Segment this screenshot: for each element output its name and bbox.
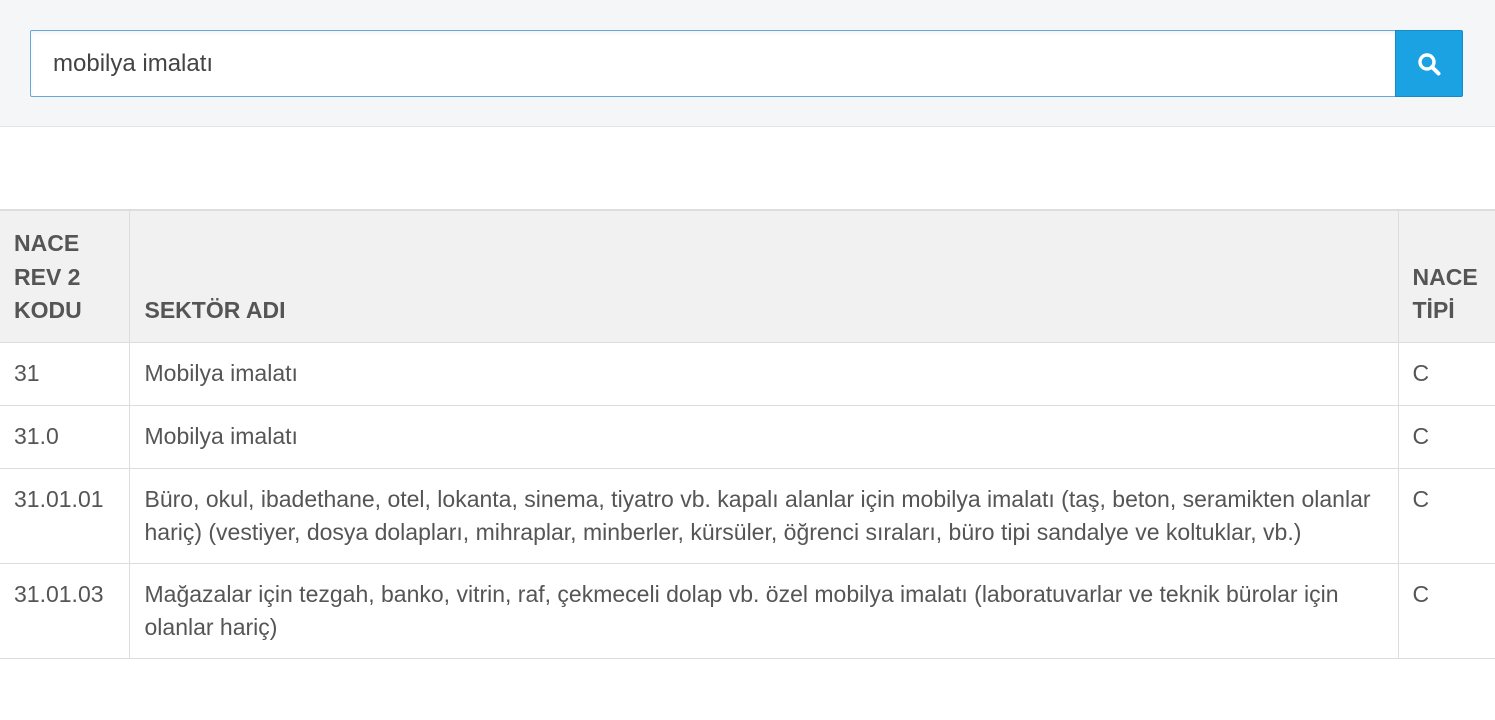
search-button[interactable] (1395, 30, 1463, 97)
column-header-type[interactable]: NACE TİPİ (1397, 209, 1495, 343)
column-header-code[interactable]: NACE REV 2 KODU (0, 209, 130, 343)
table-row[interactable]: 31 Mobilya imalatı C (0, 341, 1495, 406)
table-row[interactable]: 31.01.03 Mağazalar için tezgah, banko, v… (0, 562, 1495, 659)
search-bar (0, 0, 1495, 127)
results-table: NACE REV 2 KODU SEKTÖR ADI NACE TİPİ 31 … (0, 209, 1495, 659)
search-input[interactable] (30, 30, 1396, 97)
column-header-sector-name[interactable]: SEKTÖR ADI (128, 209, 1399, 343)
cell-sector-name: Mağazalar için tezgah, banko, vitrin, ra… (128, 562, 1399, 659)
cell-type: C (1397, 404, 1495, 469)
search-icon (1418, 52, 1441, 75)
cell-code: 31.0 (0, 404, 130, 469)
cell-code: 31 (0, 341, 130, 406)
cell-code: 31.01.01 (0, 467, 130, 564)
cell-sector-name: Mobilya imalatı (128, 341, 1399, 406)
cell-type: C (1397, 562, 1495, 659)
cell-sector-name: Mobilya imalatı (128, 404, 1399, 469)
cell-sector-name: Büro, okul, ibadethane, otel, lokanta, s… (128, 467, 1399, 564)
table-header-row: NACE REV 2 KODU SEKTÖR ADI NACE TİPİ (0, 209, 1495, 343)
table-row[interactable]: 31.01.01 Büro, okul, ibadethane, otel, l… (0, 467, 1495, 564)
cell-type: C (1397, 467, 1495, 564)
cell-code: 31.01.03 (0, 562, 130, 659)
table-row[interactable]: 31.0 Mobilya imalatı C (0, 404, 1495, 469)
cell-type: C (1397, 341, 1495, 406)
